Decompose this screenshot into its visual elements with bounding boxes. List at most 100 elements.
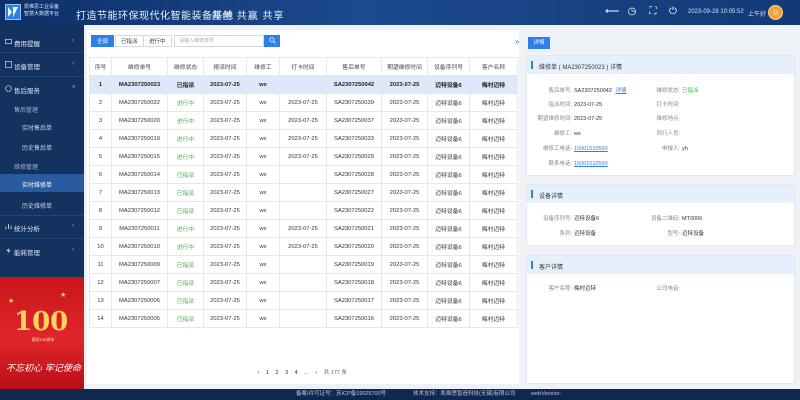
sidebar-group-fee[interactable]: 费用提醒 › xyxy=(0,32,84,52)
table-cell: 梅村迈特 xyxy=(469,291,518,310)
tab-assigned[interactable]: 已指派 xyxy=(115,35,144,47)
table-cell: SA2307250019 xyxy=(326,255,382,274)
table-cell: 迈特设备6 xyxy=(427,111,470,130)
table-cell: 2023-07-25 xyxy=(203,75,247,94)
total-count: 共 177 条 xyxy=(323,370,347,376)
table-cell: 2023-07-25 xyxy=(203,201,247,220)
table-cell xyxy=(279,165,327,184)
divider xyxy=(0,215,84,216)
table-cell: 6 xyxy=(89,165,112,184)
table-row[interactable]: 3 MA2307250020 进行中 2023-07-25 wx 2023-07-25 SA… xyxy=(89,111,518,130)
power-icon[interactable]: ⏻ xyxy=(667,6,679,18)
field-value: yh xyxy=(682,146,688,152)
table-cell: 2023-07-25 xyxy=(203,291,247,310)
table-row[interactable]: 8 MA2307250012 已指派 2023-07-25 wx SA2307250022… xyxy=(89,201,518,220)
table-row[interactable]: 6 MA2307250014 已指派 2023-07-25 wx SA2307250028… xyxy=(89,165,518,184)
sidebar-item-realtime-aftersales[interactable]: 实时售后单 xyxy=(0,117,84,135)
sidebar-group-label: 设备管理 xyxy=(14,64,40,71)
page-ellipsis[interactable]: ... xyxy=(304,370,309,376)
tab-in-progress[interactable]: 进行中 xyxy=(143,35,172,47)
field-label: 联系电话: xyxy=(548,161,572,167)
page-button[interactable]: 1 xyxy=(266,370,269,376)
avatar[interactable]: ☺ xyxy=(768,5,783,20)
device-detail-card: 设备详情 设备序列号: 迈特设备6 设备二维码: MT0006 系列: 迈特设备 型号… xyxy=(526,184,795,246)
table-cell: SA2307250018 xyxy=(326,273,382,292)
page-button[interactable]: 3 xyxy=(285,370,288,376)
table-cell: SA2307250020 xyxy=(326,237,382,256)
sidebar-group-device[interactable]: 设备管理 › xyxy=(0,55,84,75)
table-cell: SA2307250042 xyxy=(326,75,382,94)
table-cell: 2023-07-25 xyxy=(203,93,247,112)
sidebar-item-history-aftersales[interactable]: 历史售后单 xyxy=(0,137,84,155)
table-cell xyxy=(279,273,327,292)
table-row[interactable]: 7 MA2307250013 已指派 2023-07-25 wx SA2307250027… xyxy=(89,183,518,202)
table-row[interactable]: 10 MA2307250010 进行中 2023-07-25 wx 2023-07-25 S… xyxy=(89,237,518,256)
brand-line1: 凯维思工业设备 xyxy=(24,4,60,10)
status-cell: 已指派 xyxy=(167,291,204,310)
table-cell: wx xyxy=(246,129,280,148)
col-header: 客户名称 xyxy=(469,57,518,76)
table-row[interactable]: 11 MA2307250009 已指派 2023-07-25 wx SA230725001… xyxy=(89,255,518,274)
search-button[interactable] xyxy=(264,35,280,47)
table-cell: 2023-07-25 xyxy=(381,111,428,130)
divider xyxy=(0,238,84,239)
service-icon xyxy=(5,85,12,92)
table-row[interactable]: 5 MA2307250015 进行中 2023-07-25 wx 2023-07-25 SA… xyxy=(89,147,518,166)
sidebar-group-energy[interactable]: 能耗管理 › xyxy=(0,241,84,261)
sidebar-group-service[interactable]: 售后服务 ˅ xyxy=(0,79,84,99)
page-prev-button[interactable]: ‹ xyxy=(258,370,260,376)
field-value: 迈特设备6 xyxy=(574,216,600,222)
table-row[interactable]: 2 MA2307250022 进行中 2023-07-25 wx 2023-07-25 SA… xyxy=(89,93,518,112)
brand-line2: 智慧大数据平台 xyxy=(24,11,60,17)
worker-phone-link[interactable]: 15001510590 xyxy=(574,146,608,152)
field-value: SA2307250042 xyxy=(574,88,612,94)
page-button[interactable]: 2 xyxy=(275,370,278,376)
back-arrow-icon[interactable]: ⟵ xyxy=(605,6,619,18)
page-button[interactable]: 4 xyxy=(295,370,298,376)
col-header: 设备序列号 xyxy=(427,57,470,76)
field-label: 维修工电话: xyxy=(542,146,572,152)
fullscreen-icon[interactable]: ⛶ xyxy=(647,6,659,18)
banner-subtitle: 建党100周年 xyxy=(31,337,55,342)
detail-button[interactable]: 详情 xyxy=(528,37,550,49)
chevron-down-icon: ˅ xyxy=(72,85,76,91)
table-cell: 梅村迈特 xyxy=(469,183,518,202)
collapse-arrows-icon[interactable]: » xyxy=(515,37,519,46)
table-cell: 2023-07-25 xyxy=(381,219,428,238)
table-cell: MA2307250006 xyxy=(111,291,168,310)
clock-icon[interactable]: ◷ xyxy=(626,6,638,18)
table-row[interactable]: 12 MA2307250007 已指派 2023-07-25 wx SA230725001… xyxy=(89,273,518,292)
sidebar-group-label: 统计分析 xyxy=(14,226,40,233)
table-cell: 2023-07-25 xyxy=(203,255,247,274)
table-cell: MA2307250022 xyxy=(111,93,168,112)
footer: 备案/许可证号：苏ICP备19025700号 技术支持：凯维思智造科技(无锡)有… xyxy=(0,389,800,400)
field-model: 型号: 迈特设备 xyxy=(643,229,704,237)
tab-all[interactable]: 全部 xyxy=(91,35,115,47)
table-row[interactable]: 14 MA2307250005 已指派 2023-07-25 wx SA230725001… xyxy=(89,309,518,328)
col-header: 序号 xyxy=(89,57,112,76)
top-header: 凯维思工业设备 智慧大数据平台 打造节能环保现代化智能装备基地 共创 共赢 共享… xyxy=(0,0,800,25)
table-row[interactable]: 13 MA2307250006 已指派 2023-07-25 wx SA230725001… xyxy=(89,291,518,310)
table-cell: 2023-07-25 xyxy=(381,183,428,202)
card-header: 维修单 ( MA2307250023 ) 详情 xyxy=(527,56,794,74)
sidebar-item-history-repair[interactable]: 历史维修单 xyxy=(0,195,84,213)
contact-phone-link[interactable]: 15001510590 xyxy=(574,161,608,167)
table-cell: 2023-07-25 xyxy=(381,309,428,328)
sidebar-item-realtime-repair[interactable]: 实时维修单 xyxy=(0,174,84,192)
table-cell: 2023-07-25 xyxy=(203,273,247,292)
table-cell: 2023-07-25 xyxy=(381,273,428,292)
table-cell: 2023-07-25 xyxy=(203,111,247,130)
table-row[interactable]: 9 MA2307250011 进行中 2023-07-25 wx 2023-07-25 SA… xyxy=(89,219,518,238)
sidebar-group-stats[interactable]: 统计分析 › xyxy=(0,217,84,237)
table-cell: 7 xyxy=(89,183,112,202)
table-cell: MA2307250007 xyxy=(111,273,168,292)
table-row[interactable]: 4 MA2307250019 进行中 2023-07-25 wx 2023-07-25 SA… xyxy=(89,129,518,148)
table-cell: 8 xyxy=(89,201,112,220)
table-cell: 12 xyxy=(89,273,112,292)
field-label: 指派时间: xyxy=(548,102,572,108)
page-next-button[interactable]: › xyxy=(315,370,317,376)
table-row[interactable]: 1 MA2307250023 已指派 2023-07-25 wx SA2307250042… xyxy=(89,75,518,94)
after-sales-detail-link[interactable]: 详情 xyxy=(615,88,626,94)
search-input[interactable] xyxy=(174,35,264,47)
table-cell: SA2307250022 xyxy=(326,201,382,220)
